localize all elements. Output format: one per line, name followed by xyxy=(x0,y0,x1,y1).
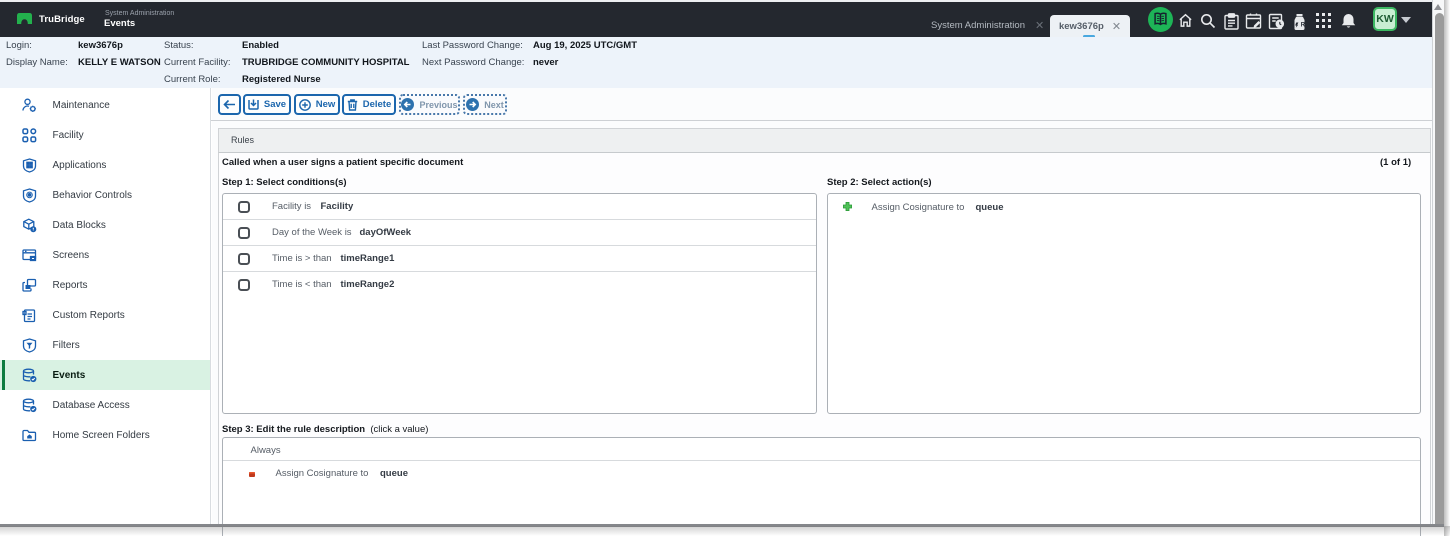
svg-text:R: R xyxy=(1301,22,1306,28)
